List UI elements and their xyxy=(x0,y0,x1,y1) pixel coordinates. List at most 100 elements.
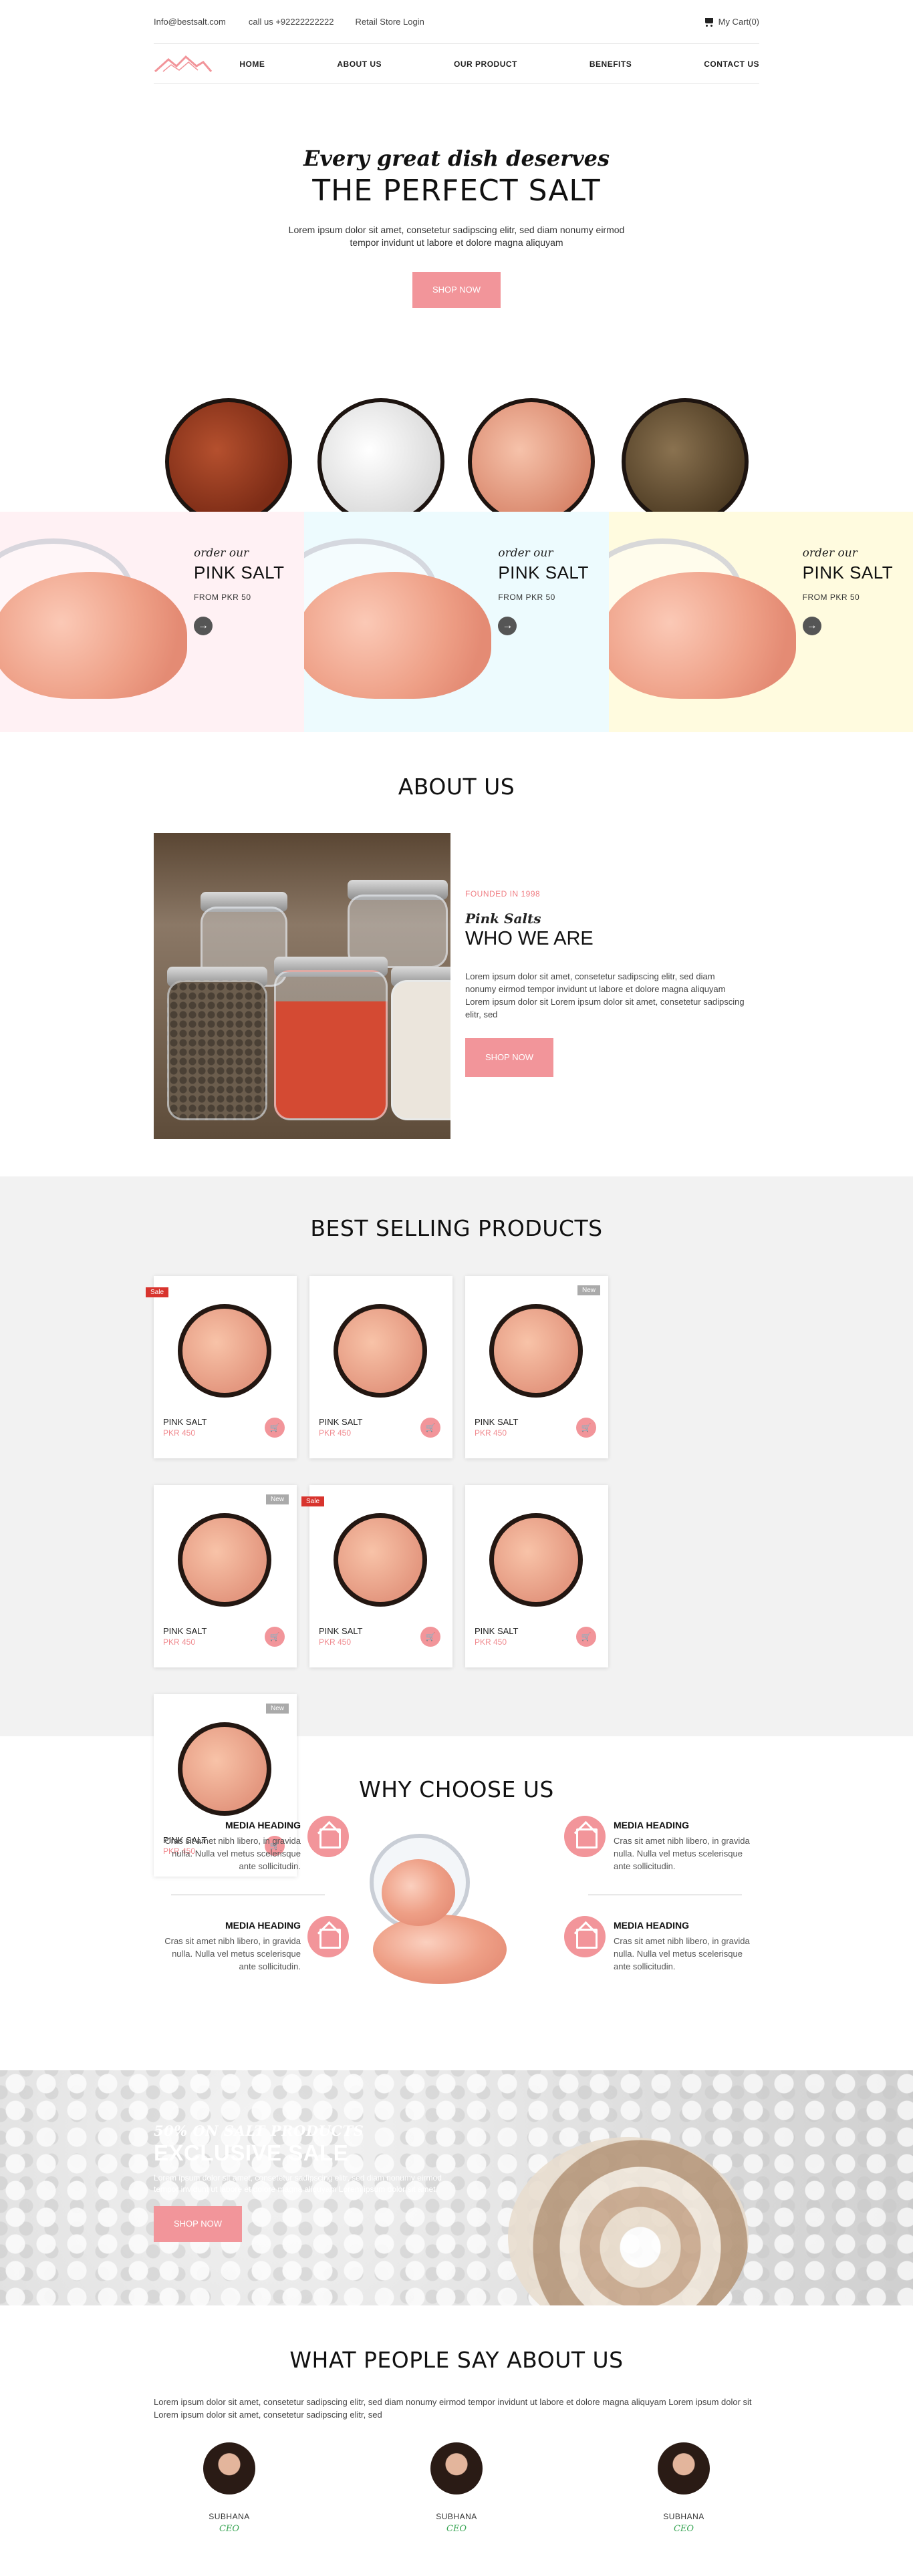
product-grid: Sale PINK SALT PKR 450 🛒 PINK SALT PKR 4… xyxy=(146,1276,759,1877)
person-role: CEO xyxy=(219,2524,240,2534)
product-name: PINK SALT xyxy=(163,1626,207,1636)
sale-title: EXCLUSIVE SALE xyxy=(154,2140,349,2165)
arrow-right-icon[interactable]: → xyxy=(498,617,517,635)
product-card[interactable]: New PINK SALT PKR 450 🛒 xyxy=(154,1485,297,1667)
product-price: PKR 450 xyxy=(163,1428,196,1438)
product-name: PINK SALT xyxy=(163,1417,207,1427)
feature-heading: MEDIA HEADING xyxy=(225,1920,301,1931)
nav-benefits[interactable]: BENEFITS xyxy=(590,59,632,69)
product-price: PKR 450 xyxy=(163,1637,196,1647)
promo-tile[interactable]: order our PINK SALT FROM PKR 50 → xyxy=(608,512,913,732)
sale-shop-now-button[interactable]: SHOP NOW xyxy=(154,2206,242,2242)
add-to-cart-icon[interactable]: 🛒 xyxy=(420,1627,440,1647)
promo-order: order our xyxy=(194,546,249,560)
salt-pile-image xyxy=(304,572,492,699)
about-text: Lorem ipsum dolor sit amet, consetetur s… xyxy=(465,971,745,1019)
product-card[interactable]: Sale PINK SALT PKR 450 🛒 xyxy=(146,1276,297,1458)
about-section: ABOUT US FOUNDED IN 1998 Pink Salts WHO … xyxy=(0,732,913,1176)
product-card[interactable]: PINK SALT PKR 450 🛒 xyxy=(465,1485,608,1667)
house-icon xyxy=(564,1916,606,1957)
hero-title: THE PERFECT SALT xyxy=(312,174,601,208)
product-name: PINK SALT xyxy=(319,1626,363,1636)
nav-contact[interactable]: CONTACT US xyxy=(704,59,759,69)
cart-label: My Cart(0) xyxy=(718,17,759,27)
feature-text: Cras sit amet nibh libero, in gravida nu… xyxy=(614,1836,750,1871)
product-image xyxy=(489,1304,583,1398)
feature-item: MEDIA HEADING Cras sit amet nibh libero,… xyxy=(154,1820,301,1873)
sale-banner: 50% ON SALT PRODUCTS EXCLUSIVE SALE Lore… xyxy=(0,2070,913,2305)
spice-jars-image xyxy=(154,833,450,1139)
salt-pile-image xyxy=(0,572,187,699)
testimonials-title: WHAT PEOPLE SAY ABOUT US xyxy=(289,2347,624,2373)
salt-bowls xyxy=(0,398,913,525)
about-heading: WHO WE ARE xyxy=(465,928,594,949)
people-list: SUBHANA CEO SUBHANA CEO SUBHANA CEO xyxy=(199,2442,714,2534)
hero-shop-now-button[interactable]: SHOP NOW xyxy=(412,272,501,308)
nav-about[interactable]: ABOUT US xyxy=(337,59,382,69)
promo-price: FROM PKR 50 xyxy=(498,593,555,602)
feature-text: Cras sit amet nibh libero, in gravida nu… xyxy=(614,1936,750,1971)
nav-menu: HOME ABOUT US OUR PRODUCT BENEFITS CONTA… xyxy=(239,59,759,69)
about-title: ABOUT US xyxy=(398,774,515,800)
phone-text: call us +92222222222 xyxy=(248,17,334,27)
retail-login-link[interactable]: Retail Store Login xyxy=(355,17,424,27)
arrow-right-icon[interactable]: → xyxy=(802,617,821,635)
about-shop-now-button[interactable]: SHOP NOW xyxy=(465,1038,553,1077)
product-card[interactable]: New PINK SALT PKR 450 🛒 xyxy=(465,1276,608,1458)
founded-label: FOUNDED IN 1998 xyxy=(465,889,541,899)
nav-home[interactable]: HOME xyxy=(239,59,265,69)
person-name: SUBHANA xyxy=(663,2512,704,2521)
main-nav: HOME ABOUT US OUR PRODUCT BENEFITS CONTA… xyxy=(154,44,759,84)
product-name: PINK SALT xyxy=(319,1417,363,1427)
house-icon xyxy=(307,1916,349,1957)
new-badge: New xyxy=(265,1704,289,1714)
testimonials-section: WHAT PEOPLE SAY ABOUT US Lorem ipsum dol… xyxy=(0,2305,913,2534)
add-to-cart-icon[interactable]: 🛒 xyxy=(265,1418,285,1438)
product-image xyxy=(334,1304,427,1398)
promo-tile[interactable]: order our PINK SALT FROM PKR 50 → xyxy=(0,512,305,732)
white-salt-bowl-image xyxy=(317,398,444,525)
product-name: PINK SALT xyxy=(475,1417,519,1427)
promo-order: order our xyxy=(802,546,858,560)
feature-item: MEDIA HEADING Cras sit amet nibh libero,… xyxy=(614,1920,761,1973)
avatar xyxy=(658,2442,710,2494)
pink-salt-bowl-image xyxy=(468,398,595,525)
product-card[interactable]: PINK SALT PKR 450 🛒 xyxy=(309,1276,452,1458)
product-image xyxy=(178,1304,271,1398)
add-to-cart-icon[interactable]: 🛒 xyxy=(265,1627,285,1647)
about-subtitle: Pink Salts xyxy=(465,911,541,927)
product-price: PKR 450 xyxy=(475,1637,507,1647)
new-badge: New xyxy=(265,1494,289,1504)
email-link[interactable]: Info@bestsalt.com xyxy=(154,17,226,27)
feature-heading: MEDIA HEADING xyxy=(614,1920,690,1931)
hero-text: Lorem ipsum dolor sit amet, consetetur s… xyxy=(288,224,625,248)
promo-tiles: order our PINK SALT FROM PKR 50 → order … xyxy=(0,512,913,732)
arrow-right-icon[interactable]: → xyxy=(194,617,213,635)
best-selling-section: BEST SELLING PRODUCTS Sale PINK SALT PKR… xyxy=(0,1176,913,1877)
product-image xyxy=(178,1722,271,1816)
salt-jar-image xyxy=(370,1834,507,1984)
person-role: CEO xyxy=(446,2524,467,2534)
cart-link[interactable]: My Cart(0) xyxy=(704,17,759,27)
person-card: SUBHANA CEO xyxy=(199,2442,259,2534)
add-to-cart-icon[interactable]: 🛒 xyxy=(576,1627,596,1647)
product-image xyxy=(334,1513,427,1607)
feature-text: Cras sit amet nibh libero, in gravida nu… xyxy=(164,1836,301,1871)
page: Info@bestsalt.com call us +92222222222 R… xyxy=(0,0,913,2576)
house-icon xyxy=(307,1816,349,1857)
black-salt-bowl-image xyxy=(622,398,749,525)
promo-tile[interactable]: order our PINK SALT FROM PKR 50 → xyxy=(304,512,609,732)
product-card[interactable]: Sale PINK SALT PKR 450 🛒 xyxy=(301,1485,452,1667)
sale-kicker: 50% ON SALT PRODUCTS xyxy=(154,2122,364,2139)
hero-section: Every great dish deserves THE PERFECT SA… xyxy=(0,84,913,398)
logo-mountain-icon[interactable] xyxy=(154,54,213,74)
product-price: PKR 450 xyxy=(475,1428,507,1438)
nav-product[interactable]: OUR PRODUCT xyxy=(454,59,517,69)
sale-badge: Sale xyxy=(301,1496,325,1506)
add-to-cart-icon[interactable]: 🛒 xyxy=(576,1418,596,1438)
feature-text: Cras sit amet nibh libero, in gravida nu… xyxy=(164,1936,301,1971)
person-name: SUBHANA xyxy=(209,2512,250,2521)
product-price: PKR 450 xyxy=(319,1637,352,1647)
add-to-cart-icon[interactable]: 🛒 xyxy=(420,1418,440,1438)
cart-icon xyxy=(704,17,714,27)
